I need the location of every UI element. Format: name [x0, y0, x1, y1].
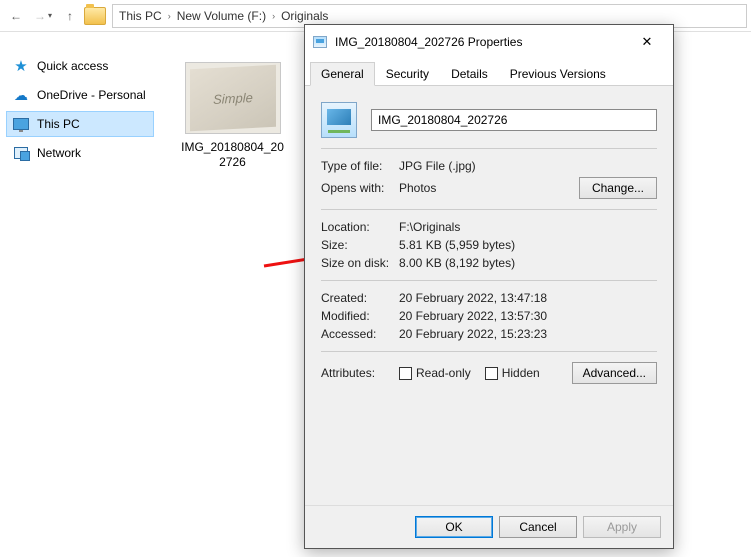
- history-dropdown[interactable]: ▾: [48, 11, 52, 20]
- label-created: Created:: [321, 291, 399, 305]
- readonly-checkbox[interactable]: Read-only: [399, 366, 471, 380]
- close-button[interactable]: ✕: [629, 31, 665, 53]
- network-icon: [13, 145, 29, 161]
- tab-security[interactable]: Security: [375, 62, 440, 86]
- checkbox-label: Read-only: [416, 366, 471, 380]
- up-button[interactable]: ↑: [58, 4, 82, 28]
- label-size: Size:: [321, 238, 399, 252]
- divider: [321, 148, 657, 149]
- tab-previous-versions[interactable]: Previous Versions: [499, 62, 617, 86]
- chevron-right-icon: ›: [168, 11, 171, 21]
- tab-details[interactable]: Details: [440, 62, 499, 86]
- ok-button[interactable]: OK: [415, 516, 493, 538]
- cancel-button[interactable]: Cancel: [499, 516, 577, 538]
- navigation-tree: ★ Quick access ☁ OneDrive - Personal Thi…: [0, 32, 160, 557]
- monitor-icon: [13, 116, 29, 132]
- filename-input[interactable]: [371, 109, 657, 131]
- dialog-footer: OK Cancel Apply: [305, 505, 673, 548]
- dialog-body: Type of file:JPG File (.jpg) Opens with:…: [305, 86, 673, 505]
- checkbox-icon: [485, 367, 498, 380]
- value-accessed: 20 February 2022, 15:23:23: [399, 327, 547, 341]
- label-modified: Modified:: [321, 309, 399, 323]
- value-opens: Photos: [399, 181, 579, 195]
- hidden-checkbox[interactable]: Hidden: [485, 366, 540, 380]
- divider: [321, 280, 657, 281]
- properties-dialog: IMG_20180804_202726 Properties ✕ General…: [304, 24, 674, 549]
- file-thumbnail: Simple: [185, 62, 281, 134]
- star-icon: ★: [13, 58, 29, 74]
- tab-general[interactable]: General: [310, 62, 375, 86]
- tree-label: Quick access: [37, 59, 108, 73]
- tree-network[interactable]: Network: [6, 140, 154, 166]
- tree-quick-access[interactable]: ★ Quick access: [6, 53, 154, 79]
- label-attributes: Attributes:: [321, 366, 399, 380]
- crumb-folder[interactable]: Originals: [281, 9, 328, 23]
- label-size-on-disk: Size on disk:: [321, 256, 399, 270]
- thumbnail-image: Simple: [190, 65, 276, 132]
- value-modified: 20 February 2022, 13:57:30: [399, 309, 547, 323]
- back-button[interactable]: ←: [4, 4, 28, 28]
- tree-onedrive[interactable]: ☁ OneDrive - Personal: [6, 82, 154, 108]
- crumb-thispc[interactable]: This PC: [119, 9, 162, 23]
- tree-label: This PC: [37, 117, 80, 131]
- divider: [321, 209, 657, 210]
- value-location: F:\Originals: [399, 220, 460, 234]
- file-label: IMG_20180804_202726: [180, 140, 285, 170]
- label-accessed: Accessed:: [321, 327, 399, 341]
- filetype-icon: [321, 102, 357, 138]
- checkbox-label: Hidden: [502, 366, 540, 380]
- tree-label: OneDrive - Personal: [37, 88, 146, 102]
- label-type: Type of file:: [321, 159, 399, 173]
- apply-button[interactable]: Apply: [583, 516, 661, 538]
- titlebar[interactable]: IMG_20180804_202726 Properties ✕: [305, 25, 673, 59]
- file-item[interactable]: Simple IMG_20180804_202726: [180, 62, 285, 170]
- chevron-right-icon: ›: [272, 11, 275, 21]
- dialog-title: IMG_20180804_202726 Properties: [335, 35, 629, 49]
- tree-label: Network: [37, 146, 81, 160]
- tab-strip: General Security Details Previous Versio…: [305, 59, 673, 86]
- divider: [321, 351, 657, 352]
- advanced-button[interactable]: Advanced...: [572, 362, 657, 384]
- tree-this-pc[interactable]: This PC: [6, 111, 154, 137]
- value-size-on-disk: 8.00 KB (8,192 bytes): [399, 256, 515, 270]
- folder-icon: [84, 7, 106, 25]
- crumb-volume[interactable]: New Volume (F:): [177, 9, 266, 23]
- cloud-icon: ☁: [13, 87, 29, 103]
- image-icon: [313, 36, 327, 48]
- value-size: 5.81 KB (5,959 bytes): [399, 238, 515, 252]
- change-button[interactable]: Change...: [579, 177, 657, 199]
- value-type: JPG File (.jpg): [399, 159, 476, 173]
- label-location: Location:: [321, 220, 399, 234]
- label-opens: Opens with:: [321, 181, 399, 195]
- value-created: 20 February 2022, 13:47:18: [399, 291, 547, 305]
- checkbox-icon: [399, 367, 412, 380]
